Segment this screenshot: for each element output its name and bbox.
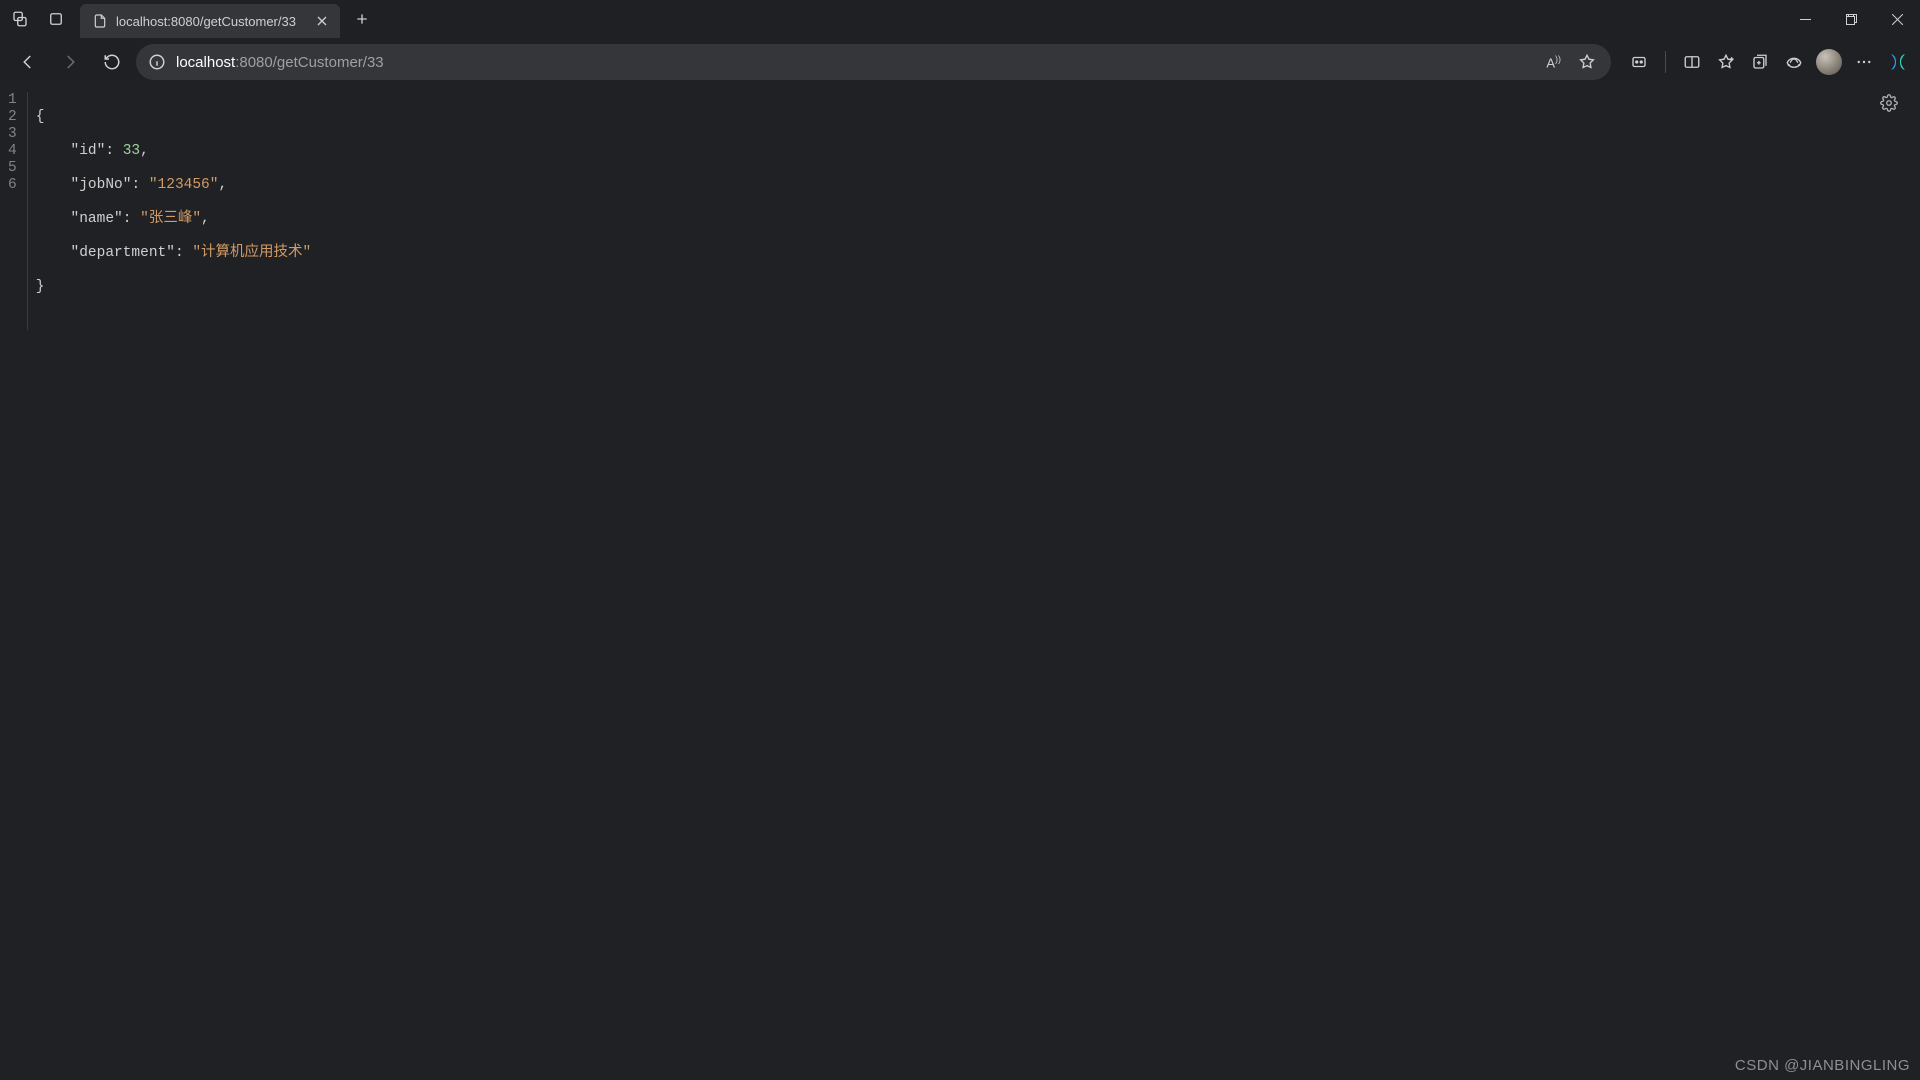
close-button[interactable] [1874,0,1920,38]
refresh-button[interactable] [94,44,130,80]
workspace-icon[interactable] [8,7,32,31]
line-number: 2 [6,109,19,126]
url-host: localhost [176,54,235,71]
file-icon [92,13,108,29]
nav-row: localhost:8080/getCustomer/33 A)) [0,38,1920,86]
more-icon[interactable] [1852,50,1876,74]
collections-icon[interactable] [1748,50,1772,74]
site-info-icon[interactable] [148,53,166,71]
tab-title: localhost:8080/getCustomer/33 [116,14,296,29]
line-number: 5 [6,160,19,177]
watermark: CSDN @JIANBINGLING [1735,1057,1910,1074]
divider [1665,51,1666,73]
address-bar[interactable]: localhost:8080/getCustomer/33 A)) [136,44,1611,80]
line-gutter: 1 2 3 4 5 6 [6,92,28,330]
url-text: localhost:8080/getCustomer/33 [176,54,384,71]
read-aloud-icon[interactable]: A)) [1546,54,1561,70]
title-bar: localhost:8080/getCustomer/33 [0,0,1920,38]
maximize-button[interactable] [1828,0,1874,38]
url-rest: :8080/getCustomer/33 [235,54,383,71]
gear-icon[interactable] [1880,94,1908,122]
toolbar-icons [1617,49,1910,75]
minimize-button[interactable] [1782,0,1828,38]
json-viewer: 1 2 3 4 5 6 { "id": 33, "jobNo": "123456… [6,92,311,330]
favorite-icon[interactable] [1575,50,1599,74]
immersive-reader-icon[interactable] [1627,50,1651,74]
json-content[interactable]: { "id": 33, "jobNo": "123456", "name": "… [28,92,312,330]
avatar[interactable] [1816,49,1842,75]
viewport: 1 2 3 4 5 6 { "id": 33, "jobNo": "123456… [0,86,1920,1080]
new-tab-button[interactable] [346,3,378,35]
close-icon[interactable] [314,13,330,29]
line-number: 1 [6,92,19,109]
split-screen-icon[interactable] [1680,50,1704,74]
line-number: 4 [6,143,19,160]
title-left-icons [8,7,80,31]
active-tab[interactable]: localhost:8080/getCustomer/33 [80,4,340,38]
forward-button[interactable] [52,44,88,80]
performance-icon[interactable] [1782,50,1806,74]
back-button[interactable] [10,44,46,80]
copilot-icon[interactable] [1886,50,1910,74]
line-number: 3 [6,126,19,143]
favorites-bar-icon[interactable] [1714,50,1738,74]
line-number: 6 [6,177,19,194]
tabs: localhost:8080/getCustomer/33 [80,0,378,38]
window-controls [1782,0,1920,38]
tab-actions-icon[interactable] [44,7,68,31]
